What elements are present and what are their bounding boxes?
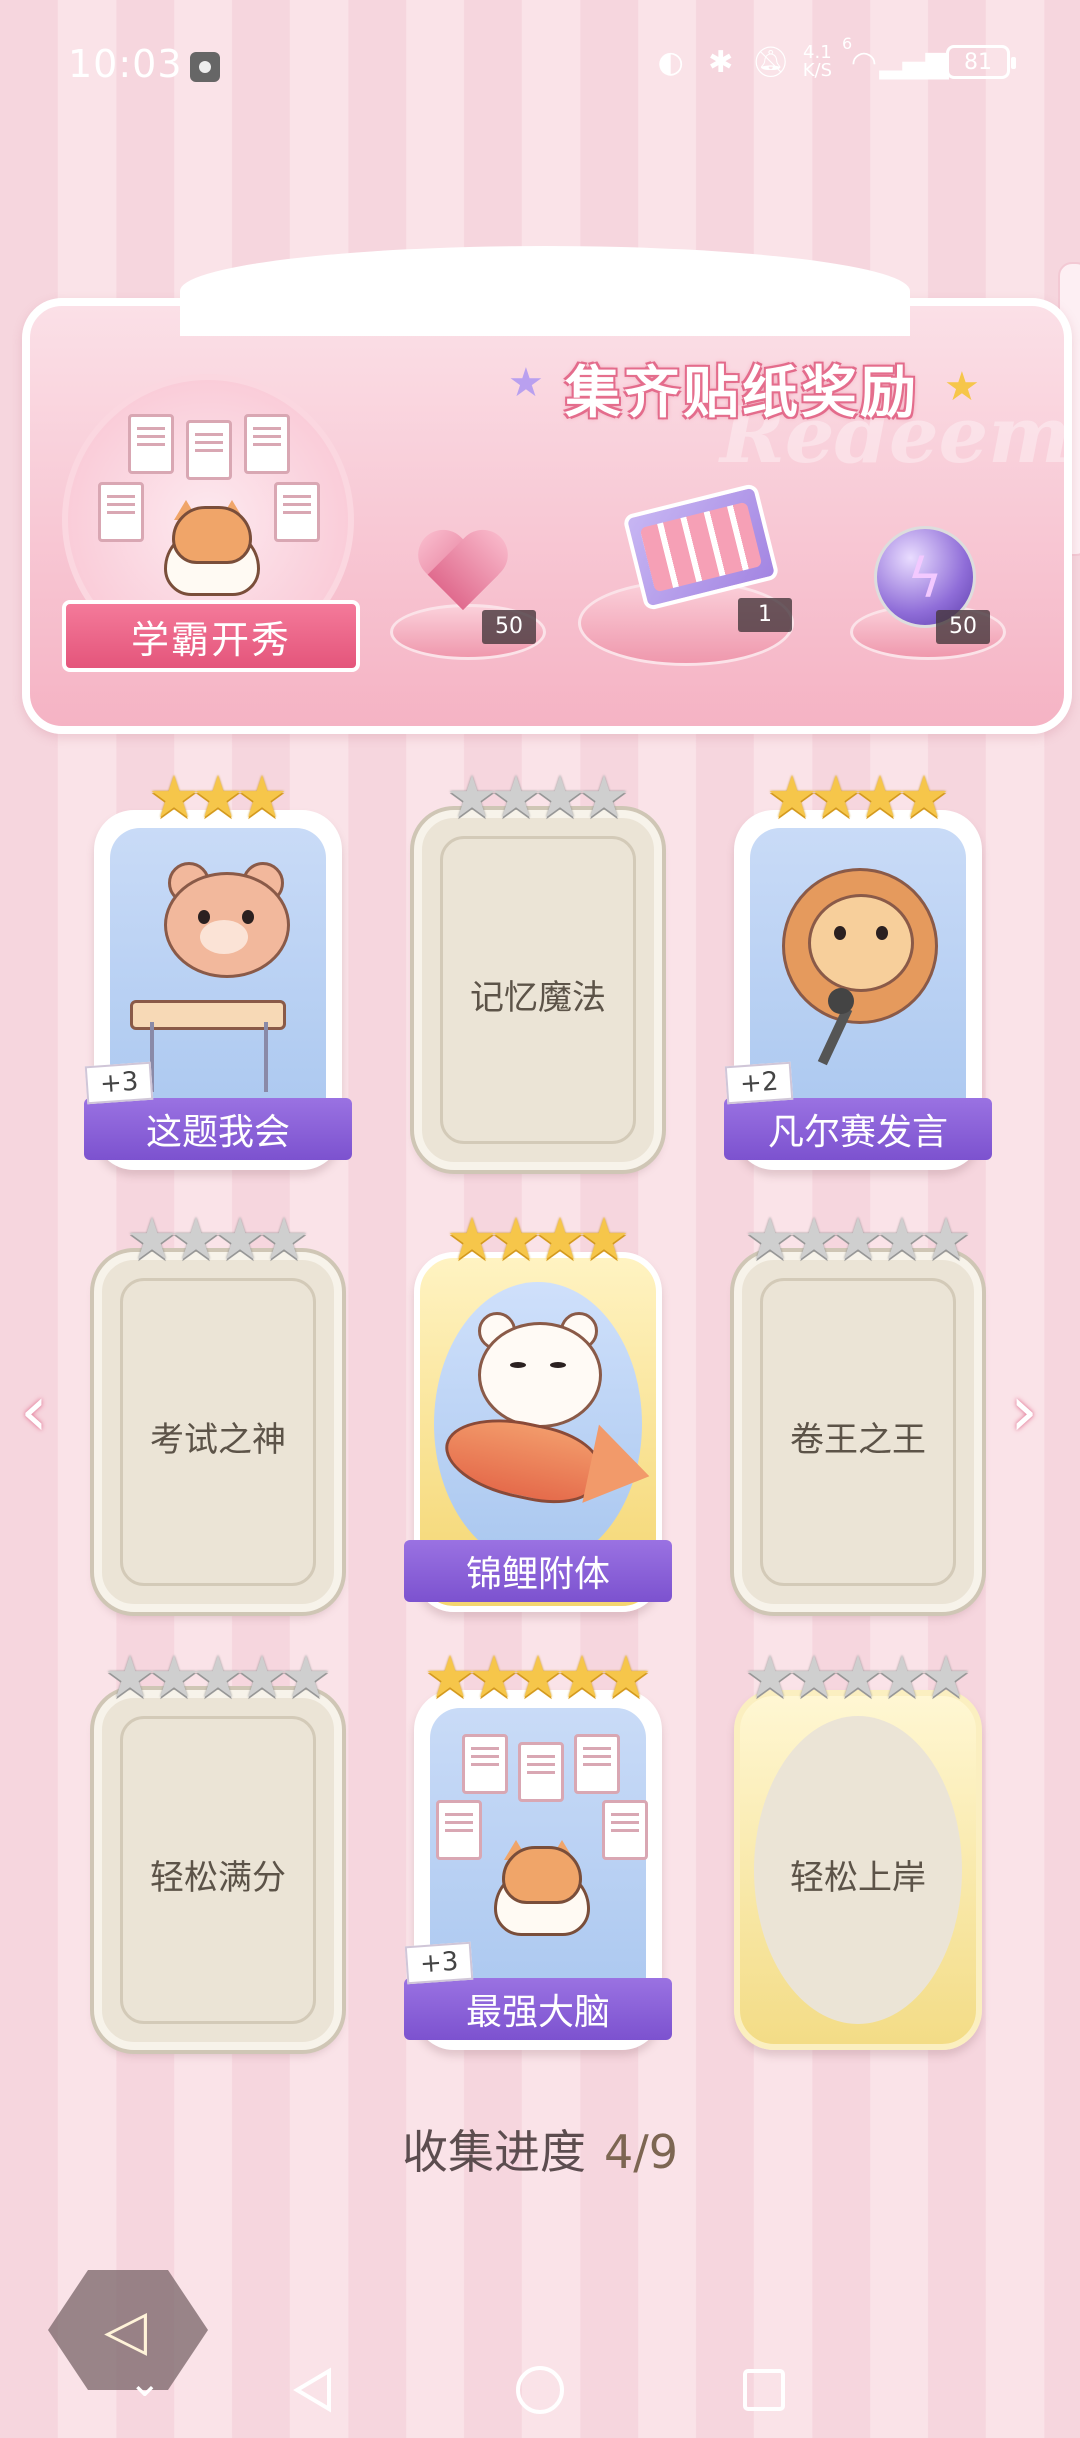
reward-count: 50 [936, 610, 990, 644]
bonus-badge: +3 [84, 1061, 154, 1105]
sticker-name-label: 最强大脑 [404, 1978, 672, 2040]
sticker-name-label: 凡尔赛发言 [724, 1098, 992, 1160]
star-empty-icon: ★ [920, 1205, 972, 1273]
next-page-arrow[interactable]: › [1010, 1370, 1038, 1452]
sticker-card[interactable]: ★ ★ ★ ★ 锦鲤附体 [404, 1210, 672, 1612]
star-rating: ★ ★ ★ ★ [94, 1210, 342, 1268]
progress-value: 4/9 [603, 2125, 679, 2179]
hd-voice-icon: ◐ [657, 44, 684, 80]
document-icon [186, 420, 232, 480]
prev-page-arrow[interactable]: ‹ [20, 1370, 48, 1452]
sticker-card[interactable]: ★ ★ ★ ★ 考试之神 [94, 1210, 342, 1612]
sticker-card[interactable]: ★ ★ ★ ★ ★ 轻松上岸 [734, 1648, 982, 2050]
wifi-band-label: 6 [842, 34, 853, 53]
back-triangle-icon [293, 2367, 331, 2413]
star-rating: ★ ★ ★ ★ ★ [94, 1648, 342, 1706]
gift-box-icon [622, 482, 780, 612]
sticker-card[interactable]: ★ ★ ★ ★ ★ 卷王之王 [734, 1210, 982, 1612]
bonus-badge: +3 [404, 1941, 474, 1985]
bluetooth-icon: ✱ [708, 44, 734, 80]
cell-signal-icon: ▂▄▆ [879, 44, 949, 80]
star-empty-icon: ★ [258, 1205, 310, 1273]
document-icon [274, 482, 320, 542]
battery-icon: 81 [946, 45, 1016, 79]
sticker-name-label: 这题我会 [84, 1098, 352, 1160]
locked-sticker-name: 记忆魔法 [470, 978, 606, 1018]
reward-count: 50 [482, 610, 536, 644]
star-empty-icon: ★ [578, 763, 630, 831]
status-icons: ◐ ✱ 🔕︎ 4.1 K/S 6 ◠ ▂▄▆ 81 [653, 34, 1016, 80]
sticker-card[interactable]: ★ ★ ★ ★ 凡尔赛发言 +2 [724, 768, 992, 1170]
star-empty-icon: ★ [920, 1643, 972, 1711]
mute-bell-icon: 🔕︎ [751, 44, 790, 80]
network-speed-unit: K/S [802, 60, 832, 81]
recents-button[interactable] [734, 2360, 794, 2420]
locked-sticker-name: 卷王之王 [790, 1420, 926, 1460]
star-rating: ★ ★ ★ ★ ★ [734, 1648, 982, 1706]
sticker-card[interactable]: ★ ★ ★ 这题我会 +3 [84, 768, 352, 1170]
purple-star-icon: ★ [508, 360, 544, 406]
collapse-chevron-icon[interactable]: ⌄ [128, 2360, 162, 2406]
sticker-name-label: 锦鲤附体 [404, 1540, 672, 1602]
network-speed: 4.1 K/S [803, 44, 832, 80]
system-nav-bar: ⌄ [0, 2340, 1080, 2438]
sticker-card[interactable]: ★ ★ ★ ★ 记忆魔法 [414, 768, 662, 1170]
battery-level: 81 [964, 49, 992, 75]
document-icon [128, 414, 174, 474]
cat-mascot-icon [154, 500, 264, 596]
star-rating: ★ ★ ★ ★ ★ [734, 1210, 982, 1268]
avatar-label: 学霸开秀 [130, 617, 291, 662]
home-circle-icon [516, 2366, 564, 2414]
screen-record-icon [190, 52, 220, 82]
home-button[interactable] [510, 2360, 570, 2420]
recents-square-icon [743, 2369, 785, 2411]
status-time: 10:03 [68, 42, 183, 86]
locked-sticker-name: 轻松满分 [150, 1858, 286, 1898]
reward-count: 1 [738, 598, 792, 632]
status-bar: 10:03 ◐ ✱ 🔕︎ 4.1 K/S 6 ◠ ▂▄▆ 81 [0, 0, 1080, 130]
locked-sticker-name: 轻松上岸 [790, 1858, 926, 1898]
avatar-ribbon: 学霸开秀 [62, 600, 360, 672]
reward-item-gift[interactable]: 1 [620, 482, 800, 632]
document-icon [98, 482, 144, 542]
polar-bear-with-koi-illustration [414, 1252, 662, 1552]
star-empty-icon: ★ [280, 1643, 332, 1711]
star-rating: ★ ★ ★ ★ [414, 768, 662, 826]
progress-label: 收集进度 [401, 2125, 586, 2179]
collection-progress: 收集进度 4/9 [0, 2116, 1080, 2182]
back-button[interactable] [284, 2360, 344, 2420]
reward-item-orb[interactable]: ϟ 50 [870, 526, 990, 644]
wifi-icon: 6 ◠ [842, 34, 878, 80]
sticker-card[interactable]: ★ ★ ★ ★ ★ 轻松满分 [94, 1648, 342, 2050]
pink-heart-gem-icon [418, 532, 508, 612]
document-icon [244, 414, 290, 474]
sticker-card[interactable]: ★ ★ ★ ★ ★ 最强大脑 +3 [404, 1648, 672, 2050]
locked-sticker-name: 考试之神 [150, 1420, 286, 1460]
bonus-badge: +2 [724, 1061, 794, 1105]
reward-item-heart[interactable]: 50 [410, 528, 536, 644]
banner-title: 集齐贴纸奖励 [565, 360, 919, 426]
